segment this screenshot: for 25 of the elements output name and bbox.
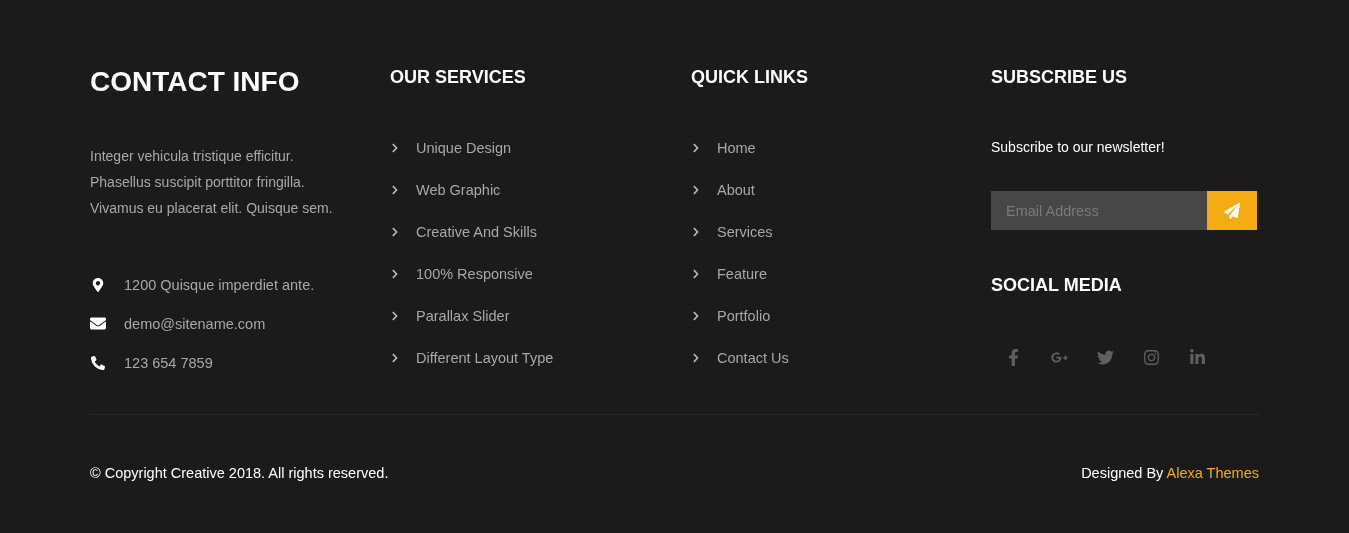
section-heading: SUBSCRIBE US xyxy=(991,66,1128,89)
footer-link[interactable]: About xyxy=(717,181,755,198)
footer-link[interactable]: Different Layout Type xyxy=(416,349,554,366)
footer-link[interactable]: Unique Design xyxy=(416,139,512,156)
footer-link[interactable]: Home xyxy=(717,139,756,156)
about-text: Integer vehicula tristique efficitur. Phasellus suscipit porttitor fringilla. Vivamus eu placerat elit. Quisque sem. xyxy=(90,147,334,218)
footer-link[interactable]: Web Graphic xyxy=(416,181,501,198)
footer-link[interactable]: Portfolio xyxy=(717,307,771,324)
designer-link[interactable]: Alexa Themes xyxy=(1166,465,1259,481)
section-heading: SOCIAL MEDIA xyxy=(991,274,1122,297)
copyright-text: © Copyright Creative 2018. All rights reserved. xyxy=(90,465,389,481)
newsletter-text: Subscribe to our newsletter! xyxy=(991,138,1165,157)
footer-link[interactable]: Contact Us xyxy=(717,349,789,366)
credit-text: Designed By Alexa Themes xyxy=(1081,465,1259,481)
footer-link[interactable]: 100% Responsive xyxy=(416,265,533,282)
footer-link[interactable]: Parallax Slider xyxy=(416,307,510,324)
section-heading: OUR SERVICES xyxy=(390,66,526,89)
contact-detail: 1200 Quisque imperdiet ante. xyxy=(124,276,315,293)
footer-link[interactable]: Creative And Skills xyxy=(416,223,537,240)
footer-link[interactable]: Services xyxy=(717,223,773,240)
footer-link[interactable]: Feature xyxy=(717,265,767,282)
section-heading: CONTACT INFO xyxy=(90,65,300,99)
contact-detail: 123 654 7859 xyxy=(124,354,213,371)
section-heading: QUICK LINKS xyxy=(691,66,808,89)
contact-detail: demo@sitename.com xyxy=(124,315,266,332)
